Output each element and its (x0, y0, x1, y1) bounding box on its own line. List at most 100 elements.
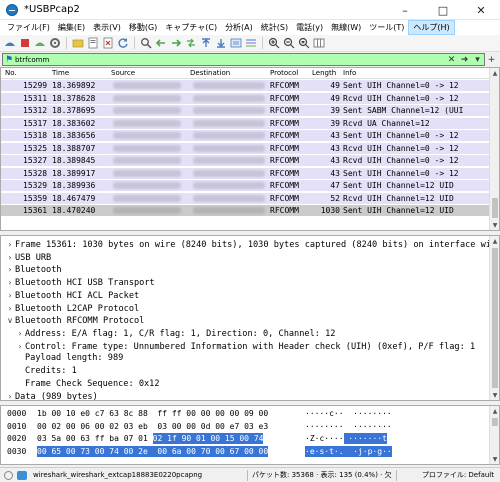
menu-statistics[interactable]: 統計(S) (257, 20, 292, 35)
menu-wireless[interactable]: 無線(W) (327, 20, 365, 35)
capture-options-gear-icon[interactable] (49, 37, 61, 49)
display-filter-field[interactable]: ⚑ ✕ ➜ ▾ (2, 53, 485, 66)
scroll-down-arrow-icon[interactable]: ▼ (490, 220, 499, 230)
detail-tree-item[interactable]: Frame Check Sequence: 0x12 (1, 378, 490, 391)
detail-tree-item[interactable]: › Data (989 bytes) (1, 390, 490, 400)
apply-filter-arrow-icon[interactable]: ➜ (458, 53, 471, 66)
bytes-scroll-up-arrow-icon[interactable]: ▲ (490, 406, 499, 416)
packet-row[interactable]: 15312 18.378695 RFCOMM 39 Sent SABM Channel=… (1, 105, 490, 116)
packet-row[interactable]: 15318 18.383656 RFCOMM 43 Sent UIH Channel=0… (1, 130, 490, 141)
bytes-row[interactable]: 0020 03 5a 00 63 ff ba 07 01 02 1f 90 01 … (1, 433, 490, 444)
expanded-chevron-icon[interactable]: ∨ (5, 314, 15, 327)
go-forward-icon[interactable] (170, 37, 182, 49)
menu-tools[interactable]: ツール(T) (365, 20, 408, 35)
detail-tree-item[interactable]: › Bluetooth L2CAP Protocol (1, 302, 490, 315)
expert-info-icon[interactable] (4, 470, 13, 480)
filter-history-chevron-down-icon[interactable]: ▾ (471, 53, 484, 66)
collapsed-chevron-icon[interactable]: › (5, 390, 15, 400)
go-last-icon[interactable] (215, 37, 227, 49)
collapsed-chevron-icon[interactable]: › (5, 238, 15, 251)
stop-capture-icon[interactable] (19, 37, 31, 49)
scroll-thumb[interactable] (492, 198, 498, 218)
packet-row[interactable]: 15329 18.389936 RFCOMM 47 Sent UIH Channel=1… (1, 180, 490, 191)
bytes-scroll-down-arrow-icon[interactable]: ▼ (490, 454, 499, 464)
go-back-icon[interactable] (155, 37, 167, 49)
detail-tree-item[interactable]: › Bluetooth HCI USB Transport (1, 276, 490, 289)
collapsed-chevron-icon[interactable]: › (5, 251, 15, 264)
add-filter-button-icon[interactable]: + (485, 53, 498, 66)
collapsed-chevron-icon[interactable]: › (15, 327, 25, 340)
bytes-row[interactable]: 0000 1b 00 10 e0 c7 63 8c 88 ff ff 00 00 … (1, 408, 490, 419)
clear-filter-icon[interactable]: ✕ (445, 53, 458, 66)
collapsed-chevron-icon[interactable]: › (5, 302, 15, 315)
collapsed-chevron-icon[interactable]: › (5, 276, 15, 289)
detail-tree-item[interactable]: ∨ Bluetooth RFCOMM Protocol (1, 314, 490, 327)
details-scroll-thumb[interactable] (492, 248, 498, 388)
details-scroll-up-arrow-icon[interactable]: ▲ (490, 236, 499, 246)
menu-capture[interactable]: キャプチャ(C) (161, 20, 221, 35)
menu-help[interactable]: ヘルプ(H) (408, 20, 455, 35)
detail-tree-item[interactable]: › Control: Frame type: Unnumbered Informa… (1, 340, 490, 353)
menu-edit[interactable]: 編集(E) (54, 20, 89, 35)
column-info[interactable]: Info (343, 69, 356, 77)
minimize-button[interactable]: – (386, 0, 424, 20)
collapsed-chevron-icon[interactable]: › (15, 340, 25, 353)
find-packet-icon[interactable] (140, 37, 152, 49)
column-protocol[interactable]: Protocol (270, 69, 298, 77)
column-source[interactable]: Source (111, 69, 135, 77)
close-file-icon[interactable] (102, 37, 114, 49)
menu-view[interactable]: 表示(V) (89, 20, 125, 35)
packet-row[interactable]: 15299 18.369892 RFCOMM 49 Sent UIH Channel=0… (1, 80, 490, 91)
open-file-icon[interactable] (72, 37, 84, 49)
packet-row[interactable]: 15328 18.389917 RFCOMM 43 Sent UIH Channel=0… (1, 167, 490, 179)
go-first-icon[interactable] (200, 37, 212, 49)
close-button[interactable]: ✕ (462, 0, 500, 20)
column-time[interactable]: Time (52, 69, 69, 77)
collapsed-chevron-icon[interactable]: › (5, 289, 15, 302)
detail-tree-item[interactable]: › Frame 15361: 1030 bytes on wire (8240 b… (1, 238, 490, 251)
menu-analyze[interactable]: 分析(A) (221, 20, 257, 35)
auto-scroll-icon[interactable] (230, 37, 242, 49)
bytes-row[interactable]: 0010 00 02 00 06 00 02 03 eb 03 00 00 0d … (1, 421, 490, 432)
detail-tree-item[interactable]: Credits: 1 (1, 365, 490, 378)
packet-row[interactable]: 15317 18.383602 RFCOMM 39 Rcvd UA Channel=12 (1, 117, 490, 129)
filter-bookmark-icon[interactable]: ⚑ (3, 54, 15, 65)
maximize-button[interactable]: □ (424, 0, 462, 20)
packet-row[interactable]: 15325 18.388707 RFCOMM 43 Rcvd UIH Channel=0… (1, 142, 490, 154)
column-destination[interactable]: Destination (190, 69, 230, 77)
detail-tree-item[interactable]: › Bluetooth (1, 263, 490, 276)
packet-row[interactable]: 15359 18.467479 RFCOMM 52 Rcvd UIH Channel=1… (1, 192, 490, 204)
status-profile[interactable]: プロファイル: Default (422, 470, 494, 480)
scroll-up-arrow-icon[interactable]: ▲ (490, 68, 499, 78)
menu-file[interactable]: ファイル(F) (3, 20, 54, 35)
packet-row[interactable]: 15311 18.378628 RFCOMM 49 Rcvd UIH Channel=0… (1, 92, 490, 104)
start-capture-fin-icon[interactable] (4, 37, 16, 49)
detail-tree-item[interactable]: › Bluetooth HCI ACL Packet (1, 289, 490, 302)
zoom-in-icon[interactable] (268, 37, 280, 49)
display-filter-input[interactable] (15, 54, 445, 65)
packet-row[interactable]: 15361 18.470240 RFCOMM 1030 Sent UIH Channel… (1, 205, 490, 216)
bytes-scrollbar[interactable]: ▲ ▼ (489, 406, 499, 464)
detail-tree-item[interactable]: › USB URB (1, 251, 490, 264)
detail-tree-item[interactable]: Payload length: 989 (1, 352, 490, 365)
bytes-scroll-thumb[interactable] (492, 418, 498, 426)
details-scrollbar[interactable]: ▲ ▼ (489, 236, 499, 400)
menu-telephony[interactable]: 電話(y) (292, 20, 327, 35)
zoom-out-icon[interactable] (283, 37, 295, 49)
restart-capture-icon[interactable] (34, 37, 46, 49)
details-scroll-down-arrow-icon[interactable]: ▼ (490, 390, 499, 400)
column-no[interactable]: No. (5, 69, 17, 77)
zoom-reset-icon[interactable] (298, 37, 310, 49)
column-length[interactable]: Length (312, 69, 336, 77)
go-to-packet-icon[interactable] (185, 37, 197, 49)
capture-comment-icon[interactable] (17, 470, 27, 480)
packet-list-scrollbar[interactable]: ▲ ▼ (489, 68, 499, 230)
reload-icon[interactable] (117, 37, 129, 49)
collapsed-chevron-icon[interactable]: › (5, 263, 15, 276)
packet-row[interactable]: 15327 18.389845 RFCOMM 43 Rcvd UIH Channel=0… (1, 155, 490, 166)
menu-go[interactable]: 移動(G) (125, 20, 161, 35)
detail-tree-item[interactable]: › Address: E/A flag: 1, C/R flag: 1, Dire… (1, 327, 490, 340)
save-file-icon[interactable] (87, 37, 99, 49)
resize-columns-icon[interactable] (313, 37, 325, 49)
bytes-row[interactable]: 0030 00 65 00 73 00 74 00 2e 00 6a 00 70 … (1, 445, 490, 457)
